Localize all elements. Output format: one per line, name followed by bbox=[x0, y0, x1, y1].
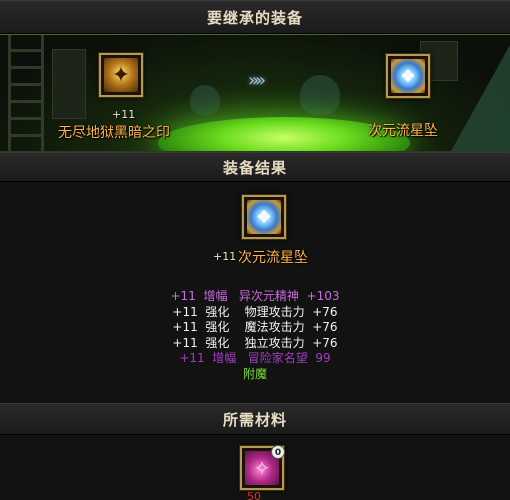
material-section-title: 所需材料 bbox=[0, 403, 510, 435]
ladder-decoration bbox=[8, 35, 44, 151]
pendant-core-icon: ❖ bbox=[399, 65, 417, 87]
result-stat-line: 附魔 bbox=[242, 366, 267, 381]
source-item-enhance: +11 bbox=[112, 108, 136, 121]
result-item-enhance: +11 bbox=[213, 250, 237, 263]
tent-decoration bbox=[450, 45, 510, 151]
result-stat-line: +11 强化 魔法攻击力 +76 bbox=[172, 320, 338, 334]
result-section-title: 装备结果 bbox=[0, 152, 510, 182]
flask-decoration bbox=[300, 75, 340, 115]
result-stat-line: +11 增幅 异次元精神 +103 bbox=[170, 289, 340, 303]
pendant-core-icon: ❖ bbox=[255, 206, 273, 228]
result-stat-line: +11 强化 物理攻击力 +76 bbox=[172, 304, 338, 319]
material-badge: 0 bbox=[271, 445, 285, 459]
seal-star-icon: ✦ bbox=[111, 62, 131, 88]
result-item-slot[interactable]: ❖ bbox=[242, 195, 286, 239]
flask-decoration bbox=[190, 85, 220, 115]
result-stat-line: +11 强化 独立攻击力 +76 bbox=[172, 335, 338, 350]
source-item-name: 无尽地狱黑暗之印 bbox=[58, 125, 170, 141]
target-item-name: 次元流星坠 bbox=[368, 123, 438, 139]
target-item-slot[interactable]: ❖ bbox=[386, 54, 430, 98]
source-item-slot[interactable]: ✦ bbox=[99, 53, 143, 97]
material-count: 50 bbox=[247, 490, 261, 500]
result-stat-line: +11 增幅 冒险家名望 99 bbox=[179, 351, 331, 365]
transfer-arrow-icon: »» bbox=[248, 70, 266, 91]
material-item-slot[interactable]: ✧ 0 bbox=[240, 445, 285, 490]
result-item-name: 次元流星坠 bbox=[238, 250, 308, 266]
shelf-decoration bbox=[52, 49, 86, 119]
inherit-section-title: 要继承的装备 bbox=[0, 0, 510, 34]
